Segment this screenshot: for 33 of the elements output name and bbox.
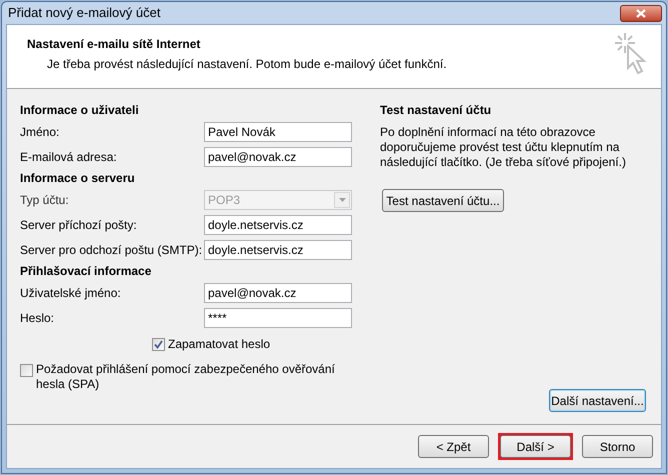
section-heading: Test nastavení účtu xyxy=(380,102,492,119)
field-label: E-mailová adresa: xyxy=(20,148,117,166)
dialog-button[interactable]: < Zpět xyxy=(418,435,489,458)
password-field[interactable]: **** xyxy=(204,308,352,328)
section-heading: Informace o serveru xyxy=(20,170,136,187)
input-field[interactable]: doyle.netservis.cz xyxy=(204,214,352,234)
field-label: Heslo: xyxy=(20,310,54,326)
input-field[interactable]: pavel@novak.cz xyxy=(204,282,352,302)
more-settings-button[interactable]: Další nastavení... xyxy=(549,389,646,412)
input-field[interactable]: Pavel Novák xyxy=(204,122,352,142)
input-field[interactable]: doyle.netservis.cz xyxy=(204,240,352,260)
checkbox[interactable] xyxy=(152,338,165,350)
checkbox-label: Požadovat přihlášení pomocí zabezpečeného ověřování hesla (SPA) xyxy=(36,362,336,392)
field-label: Server pro odchozí poštu (SMTP): xyxy=(20,242,202,258)
section-heading: Přihlašovací informace xyxy=(20,263,152,280)
header-title: Nastavení e-mailu sítě Internet xyxy=(27,36,202,53)
checkbox[interactable] xyxy=(20,364,33,377)
header-subtitle: Je třeba provést následující nastavení. Potom bude e-mailový účet funkční. xyxy=(46,56,447,73)
field-label: Jméno: xyxy=(20,124,60,140)
field-label: Server příchozí pošty: xyxy=(20,216,137,234)
field-label: Uživatelské jméno: xyxy=(20,284,121,302)
close-icon xyxy=(636,8,646,18)
close-button[interactable] xyxy=(620,4,662,22)
test-settings-button[interactable]: Test nastavení účtu... xyxy=(382,189,504,212)
section-heading: Informace o uživateli xyxy=(20,102,140,119)
cursor-sparkle-icon xyxy=(613,31,647,75)
dialog-button[interactable]: Storno xyxy=(582,435,653,458)
test-description: Po doplnění informací na této obrazovce doporučujeme provést test účtu klepnutím na následující tlačítko. (Je třeba síťové připojení.) xyxy=(380,125,627,170)
checkbox-label: Zapamatovat heslo xyxy=(168,336,270,353)
input-field[interactable]: pavel@novak.cz xyxy=(204,146,352,166)
dialog-button[interactable]: Další > xyxy=(500,435,571,458)
window-title: Přidat nový e-mailový účet xyxy=(8,4,160,22)
field-label: Typ účtu: xyxy=(20,192,69,208)
